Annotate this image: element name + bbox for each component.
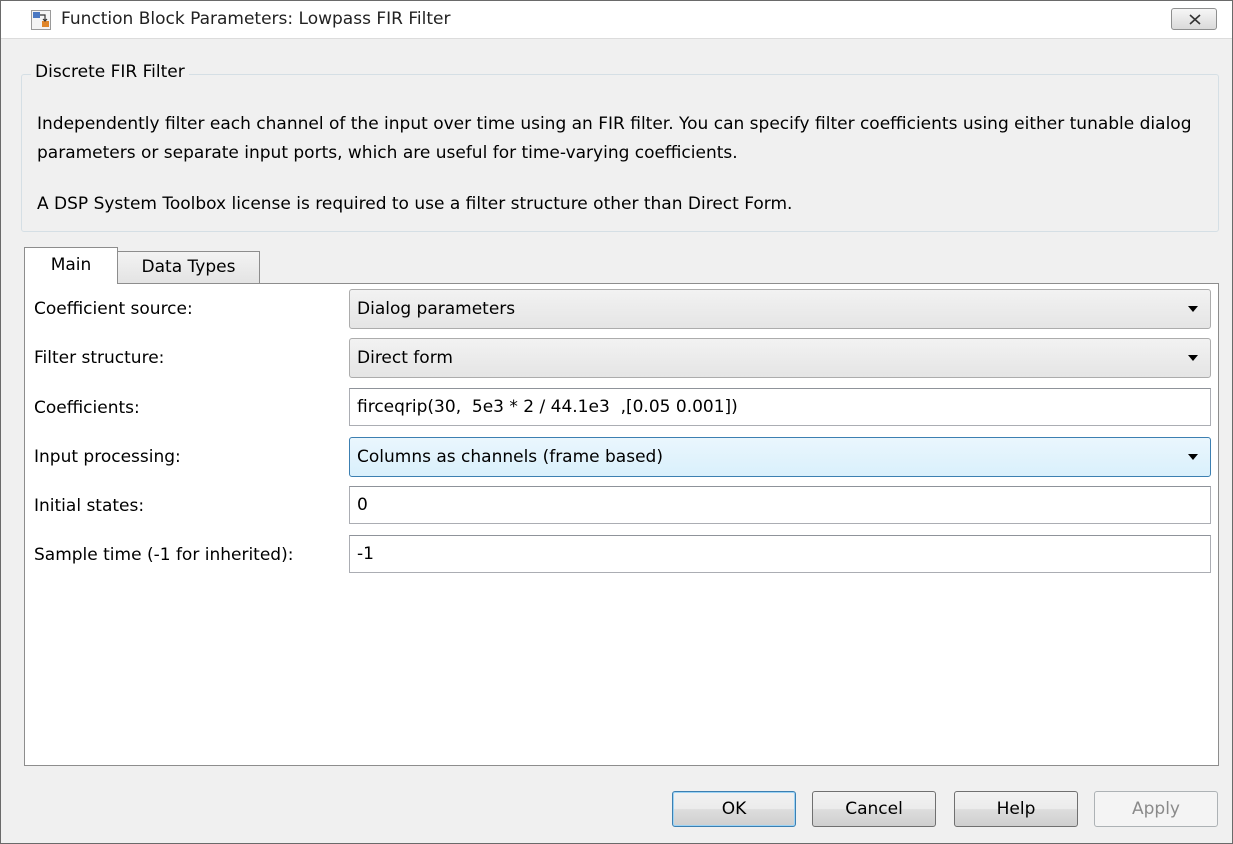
filter-structure-value: Direct form xyxy=(357,348,453,368)
help-button[interactable]: Help xyxy=(954,791,1078,827)
license-note: A DSP System Toolbox license is required… xyxy=(37,194,793,214)
block-name-legend: Discrete FIR Filter xyxy=(31,62,189,82)
coefficient-source-label: Coefficient source: xyxy=(34,299,193,319)
input-processing-label: Input processing: xyxy=(34,447,181,467)
close-icon xyxy=(1189,14,1201,25)
dialog-window: Function Block Parameters: Lowpass FIR F… xyxy=(0,0,1233,844)
filter-structure-dropdown[interactable]: Direct form xyxy=(349,338,1211,378)
ok-button[interactable]: OK xyxy=(672,791,796,827)
block-description: Independently filter each channel of the… xyxy=(37,114,1192,163)
initial-states-input[interactable] xyxy=(349,486,1211,524)
window-title: Function Block Parameters: Lowpass FIR F… xyxy=(61,9,451,29)
input-processing-value: Columns as channels (frame based) xyxy=(357,447,663,467)
initial-states-label: Initial states: xyxy=(34,496,145,516)
tab-main[interactable]: Main xyxy=(24,247,118,284)
input-processing-dropdown[interactable]: Columns as channels (frame based) xyxy=(349,437,1211,477)
cancel-button[interactable]: Cancel xyxy=(812,791,936,827)
coefficients-input[interactable] xyxy=(349,388,1211,426)
sample-time-label: Sample time (-1 for inherited): xyxy=(34,545,294,565)
title-bar[interactable]: Function Block Parameters: Lowpass FIR F… xyxy=(1,1,1232,39)
coefficients-label: Coefficients: xyxy=(34,398,140,418)
sample-time-input[interactable] xyxy=(349,535,1211,573)
tab-data-types[interactable]: Data Types xyxy=(117,251,260,284)
apply-button[interactable]: Apply xyxy=(1094,791,1218,827)
filter-structure-label: Filter structure: xyxy=(34,348,165,368)
coefficient-source-dropdown[interactable]: Dialog parameters xyxy=(349,289,1211,329)
dropdown-arrow-icon xyxy=(1188,454,1198,460)
coefficient-source-value: Dialog parameters xyxy=(357,299,516,319)
simulink-block-icon xyxy=(31,10,51,30)
dropdown-arrow-icon xyxy=(1188,355,1198,361)
dropdown-arrow-icon xyxy=(1188,306,1198,312)
close-button[interactable] xyxy=(1171,8,1217,30)
